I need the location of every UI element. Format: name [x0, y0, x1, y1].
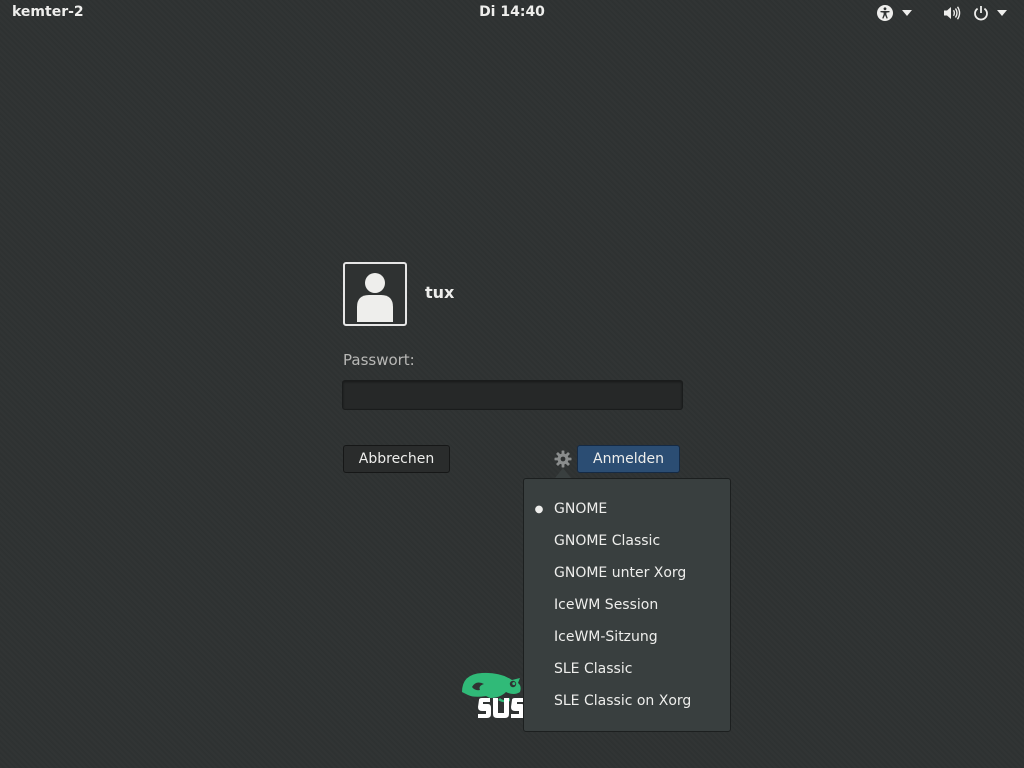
session-item-sle-classic-xorg[interactable]: SLE Classic on Xorg — [524, 685, 730, 717]
session-item-gnome[interactable]: ● GNOME — [524, 493, 730, 525]
user-avatar — [343, 262, 407, 326]
session-item-label: IceWM-Sitzung — [554, 629, 658, 645]
session-item-label: GNOME — [554, 501, 608, 517]
clock[interactable]: Di 14:40 — [479, 4, 545, 20]
hostname-label: kemter-2 — [12, 4, 84, 20]
suse-chameleon-logo — [462, 672, 524, 718]
chevron-down-icon — [902, 10, 912, 16]
user-icon — [357, 273, 393, 322]
cancel-button[interactable]: Abbrechen — [343, 445, 450, 473]
username-label: tux — [425, 283, 455, 302]
session-menu-pointer — [555, 468, 571, 478]
session-item-sle-classic[interactable]: SLE Classic — [524, 653, 730, 685]
system-menu[interactable] — [943, 3, 1007, 23]
chevron-down-icon — [997, 10, 1007, 16]
gear-icon — [554, 450, 572, 468]
top-bar: kemter-2 Di 14:40 — [0, 0, 1024, 26]
session-item-label: IceWM Session — [554, 597, 659, 613]
session-item-label: SLE Classic on Xorg — [554, 693, 692, 709]
login-button[interactable]: Anmelden — [577, 445, 680, 473]
session-selector-button[interactable] — [554, 450, 572, 468]
session-item-label: SLE Classic — [554, 661, 633, 677]
accessibility-icon — [877, 5, 893, 21]
suse-logo — [460, 670, 524, 722]
session-item-label: GNOME Classic — [554, 533, 661, 549]
selected-bullet-icon: ● — [534, 503, 544, 515]
login-screen: kemter-2 Di 14:40 tux Passwort: Abbreche… — [0, 0, 1024, 768]
accessibility-menu[interactable] — [876, 3, 912, 23]
password-label: Passwort: — [343, 351, 415, 369]
session-menu: ● GNOME GNOME Classic GNOME unter Xorg I… — [523, 478, 731, 732]
session-item-icewm-session[interactable]: IceWM Session — [524, 589, 730, 621]
session-item-label: GNOME unter Xorg — [554, 565, 687, 581]
volume-icon — [944, 6, 961, 20]
session-item-gnome-classic[interactable]: GNOME Classic — [524, 525, 730, 557]
session-item-icewm-sitzung[interactable]: IceWM-Sitzung — [524, 621, 730, 653]
power-icon — [974, 6, 988, 21]
clock-wrapper: Di 14:40 — [0, 4, 1024, 20]
session-item-gnome-xorg[interactable]: GNOME unter Xorg — [524, 557, 730, 589]
password-field[interactable] — [342, 380, 683, 410]
